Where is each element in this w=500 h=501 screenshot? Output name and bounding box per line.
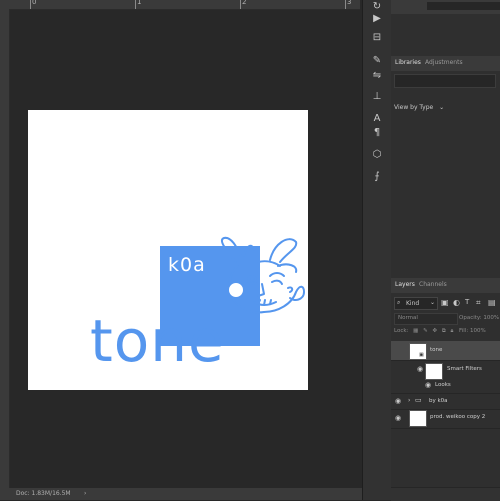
document-canvas[interactable]: k0a tone <box>28 110 308 390</box>
eye-icon[interactable]: ◉ <box>425 381 431 389</box>
layers-panel-footer <box>391 487 500 501</box>
cube-icon[interactable]: ⬡ <box>369 148 385 162</box>
ruler-mark: 3 <box>347 0 352 6</box>
layers-tabs: Layers Channels <box>391 278 500 293</box>
smart-object-icon: ▣ <box>419 352 424 358</box>
ruler-tick <box>135 0 136 9</box>
fill-value[interactable]: 100% <box>470 328 486 334</box>
lock-label: Lock: <box>394 328 409 334</box>
ruler-tick <box>345 0 346 9</box>
tab-adjustments[interactable]: Adjustments <box>425 59 463 66</box>
top-field[interactable] <box>427 2 500 10</box>
layer-name: Smart Filters <box>447 366 482 372</box>
k0a-text: k0a <box>168 254 206 276</box>
tone-text: tone <box>90 307 225 375</box>
layer-name: by k0a <box>429 398 448 404</box>
tab-layers[interactable]: Layers <box>395 281 415 288</box>
adjustment-filter-icon[interactable]: ◐ <box>453 298 460 307</box>
eye-icon[interactable]: ◉ <box>395 414 401 422</box>
ruler-vertical <box>0 9 10 488</box>
chevron-right-icon[interactable]: › <box>408 397 410 404</box>
view-by-dropdown[interactable]: View by Type ⌄ <box>394 104 444 111</box>
opacity-label: Opacity: <box>459 315 482 321</box>
adjust-icon[interactable]: ⊟ <box>369 31 385 45</box>
ruler-mark: 1 <box>137 0 142 6</box>
layer-filter-select[interactable]: ⌕ Kind ⌄ <box>394 297 438 310</box>
view-by-label: View by Type <box>394 104 434 111</box>
eye-icon[interactable]: ◉ <box>417 365 423 373</box>
brush-icon[interactable]: ✎ <box>369 54 385 68</box>
library-search-input[interactable] <box>394 74 496 88</box>
right-panels: Libraries Adjustments View by Type ⌄ Lay… <box>391 0 500 500</box>
lock-artboard-icon[interactable]: ⧉ <box>442 328 446 334</box>
tool-strip: ↻ ▶ ⊟ ✎ ⇋ ⊥ A ¶ ⬡ ⨍ <box>362 0 392 500</box>
eye-icon[interactable]: ◉ <box>395 397 401 405</box>
layer-row-looks[interactable]: ◉ Looks <box>391 379 500 394</box>
chevron-down-icon: ⌄ <box>439 104 445 111</box>
ruler-horizontal: 0 1 2 3 <box>0 0 360 10</box>
lock-row: Lock: ▦ ✎ ✥ ⧉ 🔒︎ Fill: 100% <box>394 328 486 335</box>
layer-thumbnail <box>409 343 427 360</box>
stamp-icon[interactable]: ⊥ <box>369 90 385 104</box>
chevron-down-icon: ⌄ <box>429 299 435 306</box>
fill-control[interactable]: Fill: 100% <box>459 328 486 334</box>
layer-row-smart-filters[interactable]: ◉ Smart Filters <box>391 361 500 380</box>
blend-mode-select[interactable]: Normal <box>394 313 458 325</box>
libraries-tabs: Libraries Adjustments <box>391 56 500 71</box>
lock-move-icon[interactable]: ✥ <box>432 328 437 334</box>
search-icon: ⌕ <box>397 299 401 306</box>
doc-size-info: Doc: 1.83M/16.5M <box>16 490 71 497</box>
ruler-mark: 2 <box>242 0 247 6</box>
blend-mode-value: Normal <box>398 315 418 321</box>
sliders-icon[interactable]: ⇋ <box>369 69 385 83</box>
filter-mask-thumbnail <box>425 363 443 380</box>
layer-row-tone[interactable]: ▣ tone <box>391 341 500 361</box>
ruler-tick <box>240 0 241 9</box>
layer-name: Looks <box>435 382 451 388</box>
folder-icon: ▭ <box>415 396 422 404</box>
layer-name: prod. weikoo copy 2 <box>430 414 486 420</box>
type-icon[interactable]: A <box>369 112 385 126</box>
layer-name: tone <box>430 347 443 353</box>
type-filter-icon[interactable]: T <box>465 298 469 306</box>
status-bar: Doc: 1.83M/16.5M › <box>0 488 390 500</box>
tab-libraries[interactable]: Libraries <box>395 59 421 66</box>
panel-top-strip <box>391 0 500 14</box>
lock-pixels-icon[interactable]: ▦ <box>413 328 418 334</box>
shape-filter-icon[interactable]: ⌗ <box>476 298 481 308</box>
pixel-filter-icon[interactable]: ▣ <box>441 298 449 307</box>
filter-kind-label: Kind <box>406 300 420 307</box>
layer-row-prod-weikoo[interactable]: ◉ prod. weikoo copy 2 <box>391 408 500 429</box>
lock-all-icon[interactable]: 🔒︎ <box>451 328 454 334</box>
opacity-control[interactable]: Opacity: 100% <box>459 315 499 321</box>
smart-object-filter-icon[interactable]: ▤ <box>488 298 496 307</box>
ruler-mark: 0 <box>32 0 37 6</box>
opacity-value[interactable]: 100% <box>483 315 499 321</box>
status-arrow-icon[interactable]: › <box>84 490 86 497</box>
fill-label: Fill: <box>459 328 469 334</box>
lock-paint-icon[interactable]: ✎ <box>423 328 428 334</box>
play-icon[interactable]: ▶ <box>369 12 385 26</box>
ruler-tick <box>30 0 31 9</box>
tab-channels[interactable]: Channels <box>419 281 447 288</box>
paragraph-icon[interactable]: ¶ <box>369 126 385 140</box>
layer-thumbnail <box>409 410 427 427</box>
path-icon[interactable]: ⨍ <box>369 170 385 184</box>
